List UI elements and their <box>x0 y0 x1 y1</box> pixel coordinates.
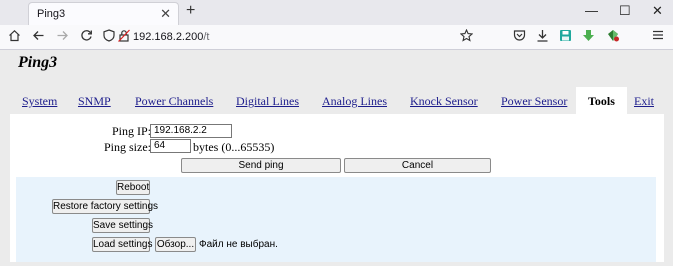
lock-icon[interactable] <box>118 29 130 46</box>
tab-title: Ping3 <box>37 8 66 20</box>
ping-ip-label: Ping IP: <box>112 124 152 138</box>
nav-snmp[interactable]: SNMP <box>78 94 111 109</box>
nav-knock-sensor[interactable]: Knock Sensor <box>410 94 478 109</box>
browser-toolbar: 192.168.2.200/t <box>0 25 673 50</box>
restore-factory-settings-button[interactable]: Restore factory settings <box>52 199 158 214</box>
tools-panel: Ping IP: 192.168.2.2 Ping size: 64 bytes… <box>10 114 664 262</box>
reload-icon[interactable] <box>80 29 93 46</box>
forward-icon[interactable] <box>56 29 69 46</box>
nav-analog-lines[interactable]: Analog Lines <box>322 94 387 109</box>
shield-icon[interactable] <box>103 29 115 46</box>
address-bar[interactable]: 192.168.2.200/t <box>133 31 209 43</box>
send-ping-button[interactable]: Send ping <box>181 158 341 173</box>
save-settings-button[interactable]: Save settings <box>92 218 153 233</box>
service-section: Reboot Restore factory settings Save set… <box>16 177 656 262</box>
nav-system[interactable]: System <box>22 94 57 109</box>
minimize-button[interactable]: — <box>585 3 598 18</box>
url-path: /t <box>203 31 210 43</box>
browser-tab-strip: Ping3 ✕ + — ☐ ✕ <box>0 0 673 25</box>
nav-power-sensor[interactable]: Power Sensor <box>501 94 567 109</box>
back-icon[interactable] <box>32 29 45 46</box>
nav-digital-lines[interactable]: Digital Lines <box>236 94 299 109</box>
ping-size-hint: bytes (0...65535) <box>193 140 275 154</box>
ping-size-input[interactable]: 64 <box>150 139 191 153</box>
ping-ip-input[interactable]: 192.168.2.2 <box>150 124 232 138</box>
ping-size-label: Ping size: <box>104 140 151 154</box>
maximize-button[interactable]: ☐ <box>619 3 631 19</box>
nav-exit[interactable]: Exit <box>634 94 654 109</box>
reboot-button[interactable]: Reboot <box>116 180 150 195</box>
nav-power-channels[interactable]: Power Channels <box>135 94 213 109</box>
tab-close-icon[interactable]: ✕ <box>160 6 171 22</box>
menu-icon[interactable] <box>652 29 664 45</box>
load-settings-button[interactable]: Load settings <box>92 237 153 252</box>
browser-tab[interactable]: Ping3 ✕ <box>28 2 179 25</box>
bookmark-star-icon[interactable] <box>459 28 474 46</box>
page-viewport: Ping3 System SNMP Power Channels Digital… <box>0 50 673 266</box>
file-status-text: Файл не выбран. <box>199 239 278 250</box>
close-window-button[interactable]: ✕ <box>652 3 663 19</box>
file-browse-button[interactable]: Обзор... <box>155 237 196 252</box>
url-host: 192.168.2.200 <box>133 31 204 43</box>
nav-tools-active[interactable]: Tools <box>576 87 627 114</box>
new-tab-button[interactable]: + <box>186 2 195 20</box>
cancel-button[interactable]: Cancel <box>344 158 491 173</box>
pocket-icon[interactable] <box>513 29 526 46</box>
home-icon[interactable] <box>8 29 21 46</box>
extension-gem-icon[interactable] <box>606 29 620 46</box>
page-title: Ping3 <box>18 54 58 71</box>
download-icon[interactable] <box>536 29 549 46</box>
extension-arrow-icon[interactable] <box>582 29 595 46</box>
save-icon[interactable] <box>559 29 572 46</box>
